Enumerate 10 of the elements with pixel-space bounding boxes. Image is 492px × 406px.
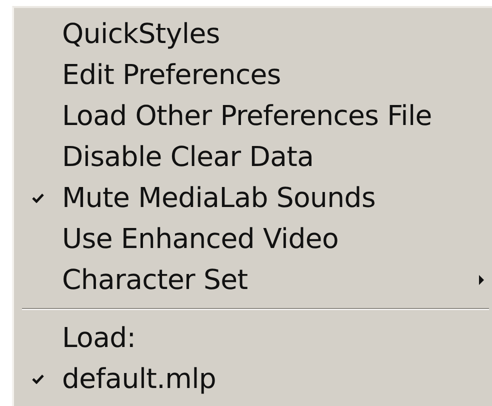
submenu-arrow-icon (479, 274, 484, 284)
menu-item[interactable]: QuickStyles (62, 18, 492, 50)
menu-item[interactable]: Load Other Preferences File (62, 100, 492, 132)
menu-header: Load: (62, 322, 137, 354)
menu-item[interactable]: Use Enhanced Video (62, 222, 492, 254)
menu-item[interactable]: Mute MediaLab Sounds (62, 182, 492, 214)
menu-item[interactable]: Disable Clear Data (62, 140, 492, 172)
menu-item[interactable]: default.mlp (62, 362, 492, 394)
menu-item[interactable]: Edit Preferences (62, 58, 492, 90)
menu-item[interactable]: Character Set (62, 264, 479, 296)
